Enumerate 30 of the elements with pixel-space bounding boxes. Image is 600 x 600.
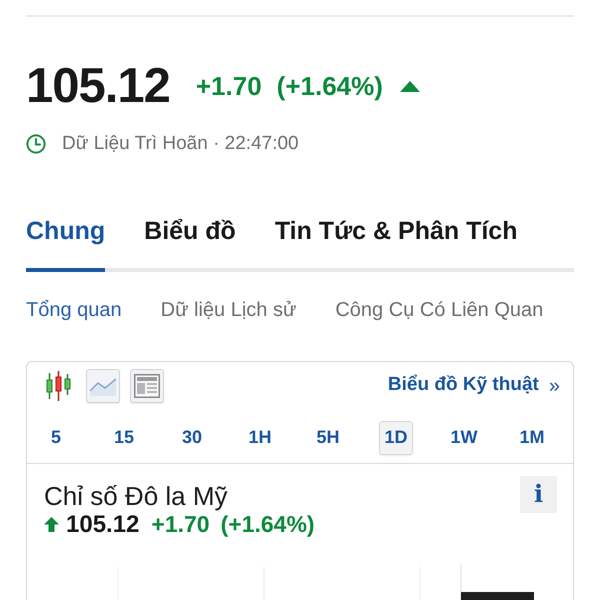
price-change-percent: (+1.64%) — [276, 70, 383, 102]
delay-status-text: Dữ Liệu Trì Hoãn · 22:47:00 — [62, 132, 299, 156]
timeframe-button[interactable]: 1D — [379, 420, 413, 454]
tab[interactable]: Chung — [26, 216, 106, 272]
tab[interactable]: Biểu đồ — [144, 216, 236, 272]
subtab[interactable]: Dữ liệu Lịch sử — [160, 298, 296, 322]
line-chart-icon — [90, 376, 116, 396]
tab[interactable]: Tin Tức & Phân Tích — [274, 216, 518, 272]
subtab[interactable]: Công Cụ Có Liên Quan — [335, 298, 544, 322]
timeframe-button[interactable]: 1M — [515, 420, 549, 454]
clock-icon — [26, 134, 46, 154]
candlestick-icon — [45, 370, 72, 400]
subtab[interactable]: Tổng quan — [26, 298, 122, 322]
table-icon — [134, 374, 160, 398]
chart-type-button[interactable] — [45, 368, 72, 402]
instrument-name: Chỉ số Đô la Mỹ — [44, 480, 228, 512]
timeframe-button[interactable]: 1W — [447, 420, 481, 454]
timeframe-button[interactable]: 5H — [311, 420, 345, 454]
technical-chart-link[interactable]: Biểu đồ Kỹ thuật » — [388, 370, 560, 400]
price-change: +1.70 — [196, 70, 262, 102]
instrument-change: +1.70 — [151, 510, 210, 540]
timeframe-button[interactable]: 1H — [243, 420, 277, 454]
chart-type-button[interactable] — [130, 368, 164, 402]
instrument-price: 105.12 — [66, 510, 140, 540]
price-value: 105.12 — [26, 62, 170, 110]
info-button[interactable]: i — [520, 476, 557, 512]
instrument-change-percent: (+1.64%) — [220, 510, 315, 540]
timeframe-button[interactable]: 5 — [39, 420, 73, 454]
timeframe-button[interactable]: 15 — [107, 420, 141, 454]
timeframe-button[interactable]: 30 — [175, 420, 209, 454]
